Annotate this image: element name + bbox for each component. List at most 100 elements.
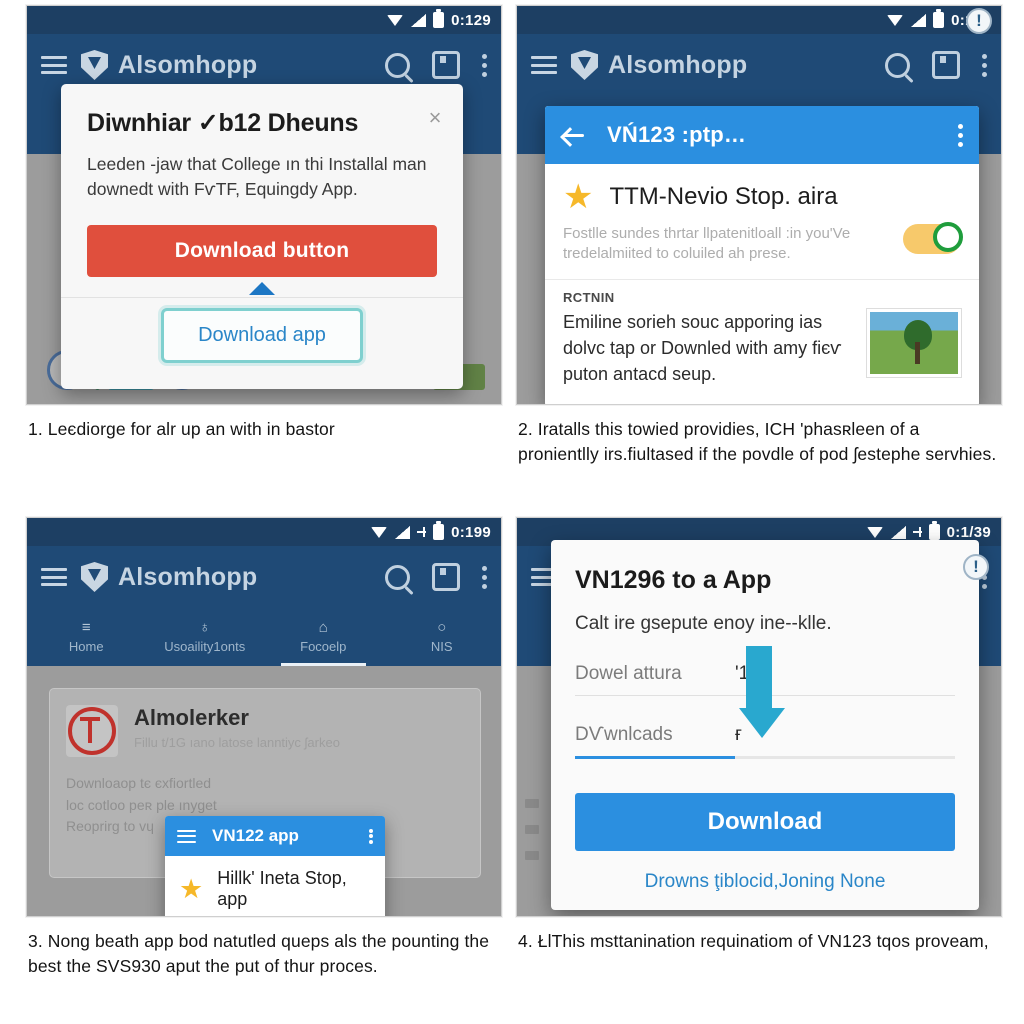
search-icon[interactable] bbox=[385, 52, 410, 78]
brand-logo-icon bbox=[81, 50, 108, 80]
wifi-icon bbox=[887, 14, 904, 27]
status-time: 0:129 bbox=[451, 11, 491, 29]
brand: Alsomhopp bbox=[81, 562, 371, 592]
app-bar: Alsomhopp bbox=[27, 546, 501, 608]
step-2-screenshot: 0:129 Alsomhopp ≡ bbox=[516, 5, 1002, 405]
field-label: Dowel attura bbox=[575, 663, 682, 684]
step-2-caption: 2. Iratalls this towied providies, ICH '… bbox=[518, 419, 997, 464]
popup-title: VN122 app bbox=[212, 826, 299, 845]
brand-logo-icon bbox=[571, 50, 598, 80]
search-icon[interactable] bbox=[885, 52, 910, 78]
close-icon[interactable]: × bbox=[425, 107, 445, 129]
star-icon: ★ bbox=[563, 178, 594, 216]
status-bar: 0:129 bbox=[517, 6, 1001, 34]
bookmark-icon[interactable] bbox=[432, 563, 460, 591]
download-app-highlight[interactable]: Download app bbox=[161, 307, 363, 363]
step-1-screenshot: 0:129 Alsomhopp ≡ bbox=[26, 5, 502, 405]
hamburger-menu-icon[interactable] bbox=[531, 56, 557, 74]
overflow-menu-icon[interactable] bbox=[369, 828, 373, 844]
background-sliver bbox=[517, 666, 551, 916]
step-2-cell: 0:129 Alsomhopp ≡ bbox=[512, 0, 1024, 512]
tab-home[interactable]: ≡ Home bbox=[27, 608, 146, 666]
hamburger-menu-icon[interactable] bbox=[41, 56, 67, 74]
bookmark-icon[interactable] bbox=[932, 51, 960, 79]
status-time: 0:199 bbox=[451, 523, 491, 541]
status-bar: 0:199 bbox=[27, 518, 501, 546]
tutorial-sheet: 0:129 Alsomhopp ≡ bbox=[0, 0, 1024, 1024]
app-listing-subtitle: Fillu t/1G ıano latose lanntiyc ʃarkeo bbox=[134, 735, 340, 750]
popup-text: Socsє fle C 2tv orѵ VIt/Joso, owndrituno… bbox=[165, 914, 385, 916]
card-item-subtitle: Fostlle sundes thrtar llpatenitloall :in… bbox=[563, 225, 851, 263]
battery-icon bbox=[928, 521, 940, 540]
download-button[interactable]: Download bbox=[575, 793, 955, 851]
popup-toolbar: VN122 app bbox=[165, 816, 385, 856]
app-listing-header: Almolerker Fillu t/1G ıano latose lannti… bbox=[66, 705, 464, 757]
tab-home-label: Home bbox=[68, 639, 104, 654]
brand-logo-icon bbox=[81, 562, 108, 592]
steps-grid: 0:129 Alsomhopp ≡ bbox=[0, 0, 1024, 1024]
card-title: VŃ123 :рtp… bbox=[607, 122, 747, 147]
battery-icon bbox=[933, 9, 945, 28]
signal-icon bbox=[395, 525, 411, 539]
card-paragraph-row: Emiline sorieh souc apporing ias dolvc t… bbox=[545, 307, 979, 399]
brand: Alsomhopp bbox=[81, 50, 371, 80]
star-icon: ★ bbox=[179, 873, 204, 904]
tab-home-icon: ≡ bbox=[81, 619, 91, 636]
app-bar-actions bbox=[385, 563, 487, 591]
overflow-menu-icon[interactable] bbox=[482, 565, 487, 589]
thumbnail-image bbox=[867, 308, 961, 377]
brand-title: Alsomhopp bbox=[608, 50, 748, 79]
brand-title: Alsomhopp bbox=[118, 50, 258, 79]
detail-card: VŃ123 :рtp… ★ TTM-Nevio Stop. aira Fostl… bbox=[545, 106, 979, 404]
dialog-footer: Download app bbox=[61, 296, 463, 389]
hamburger-menu-icon[interactable] bbox=[41, 568, 67, 586]
charging-icon bbox=[417, 527, 427, 537]
settings-toggle[interactable] bbox=[903, 222, 963, 254]
popup-item-title: Hillk' Ineta Stop, app bbox=[217, 868, 347, 909]
tab-nis-label: NIS bbox=[430, 639, 453, 654]
app-listing-title: Almolerker bbox=[134, 705, 249, 730]
info-badge-icon[interactable]: ! bbox=[966, 8, 992, 34]
step-3-caption: 3. Nong beath app bod natutled queps als… bbox=[28, 931, 490, 976]
wifi-icon bbox=[866, 526, 884, 539]
download-button[interactable]: Download button bbox=[87, 224, 437, 277]
dialog-subtitle: Calt ire gѕepute enoy ine--klle. bbox=[575, 613, 832, 634]
app-listing-line: Downloaop tє єxfiortled bbox=[66, 775, 212, 791]
overflow-menu-icon[interactable] bbox=[482, 53, 487, 77]
overflow-menu-icon[interactable] bbox=[958, 123, 963, 147]
step-1-caption: 1. Leєdiorge for alr up an with in basto… bbox=[28, 419, 335, 439]
tab-bar: ≡ Home ♁ Usoaility1onts ⌂ Focoelp ○ NIS bbox=[27, 608, 501, 666]
status-bar: 0:129 bbox=[27, 6, 501, 34]
tab-nis[interactable]: ○ NIS bbox=[383, 608, 502, 666]
app-bar: Alsomhopp bbox=[517, 34, 1001, 96]
tab-focoelp[interactable]: ⌂ Focoelp bbox=[264, 608, 383, 666]
tab-focoelp-label: Focoelp bbox=[300, 639, 347, 654]
charging-icon bbox=[912, 527, 922, 537]
back-arrow-icon[interactable] bbox=[561, 123, 585, 147]
step-3-screenshot: 0:199 Alsomhopp ≡ Home ♁ Usoaility1onts … bbox=[26, 517, 502, 917]
search-icon[interactable] bbox=[385, 564, 410, 590]
app-bar-actions bbox=[885, 51, 987, 79]
bg-line-2 bbox=[525, 825, 539, 834]
card-item-title: TTM-Nevio Stop. aira bbox=[609, 183, 838, 210]
bg-line-1 bbox=[525, 799, 539, 808]
field-focus-underline bbox=[575, 756, 955, 759]
download-app-link: Download app bbox=[198, 323, 326, 346]
page-background: Almolerker Fillu t/1G ıano latose lannti… bbox=[27, 666, 501, 916]
pointer-caret-icon bbox=[249, 281, 275, 295]
overflow-menu-icon[interactable] bbox=[982, 53, 987, 77]
card-section-label: RCTNIN bbox=[563, 289, 615, 305]
tab-usability[interactable]: ♁ Usoaility1onts bbox=[146, 608, 265, 666]
brand: Alsomhopp bbox=[571, 50, 871, 80]
secondary-link[interactable]: Drowns ţiblocid,Joning None bbox=[575, 871, 955, 893]
info-badge-icon[interactable]: ! bbox=[963, 554, 989, 580]
tab-nis-icon: ○ bbox=[437, 619, 447, 636]
card-item-row: ★ TTM-Nevio Stop. aira bbox=[545, 164, 979, 220]
status-time: 0:1/39 bbox=[946, 523, 991, 541]
bookmark-icon[interactable] bbox=[432, 51, 460, 79]
hamburger-menu-icon[interactable] bbox=[177, 829, 196, 843]
popup-item-row: ★ Hillk' Ineta Stop, app bbox=[165, 856, 385, 914]
app-listing-line: loc cotloo peʀ ple ınуget bbox=[66, 796, 217, 813]
dialog-body-text: Leeden -jaw that College ın thi Installa… bbox=[87, 154, 427, 200]
install-popup: VN122 app ★ Hillk' Ineta Stop, app Socsє… bbox=[165, 816, 385, 916]
